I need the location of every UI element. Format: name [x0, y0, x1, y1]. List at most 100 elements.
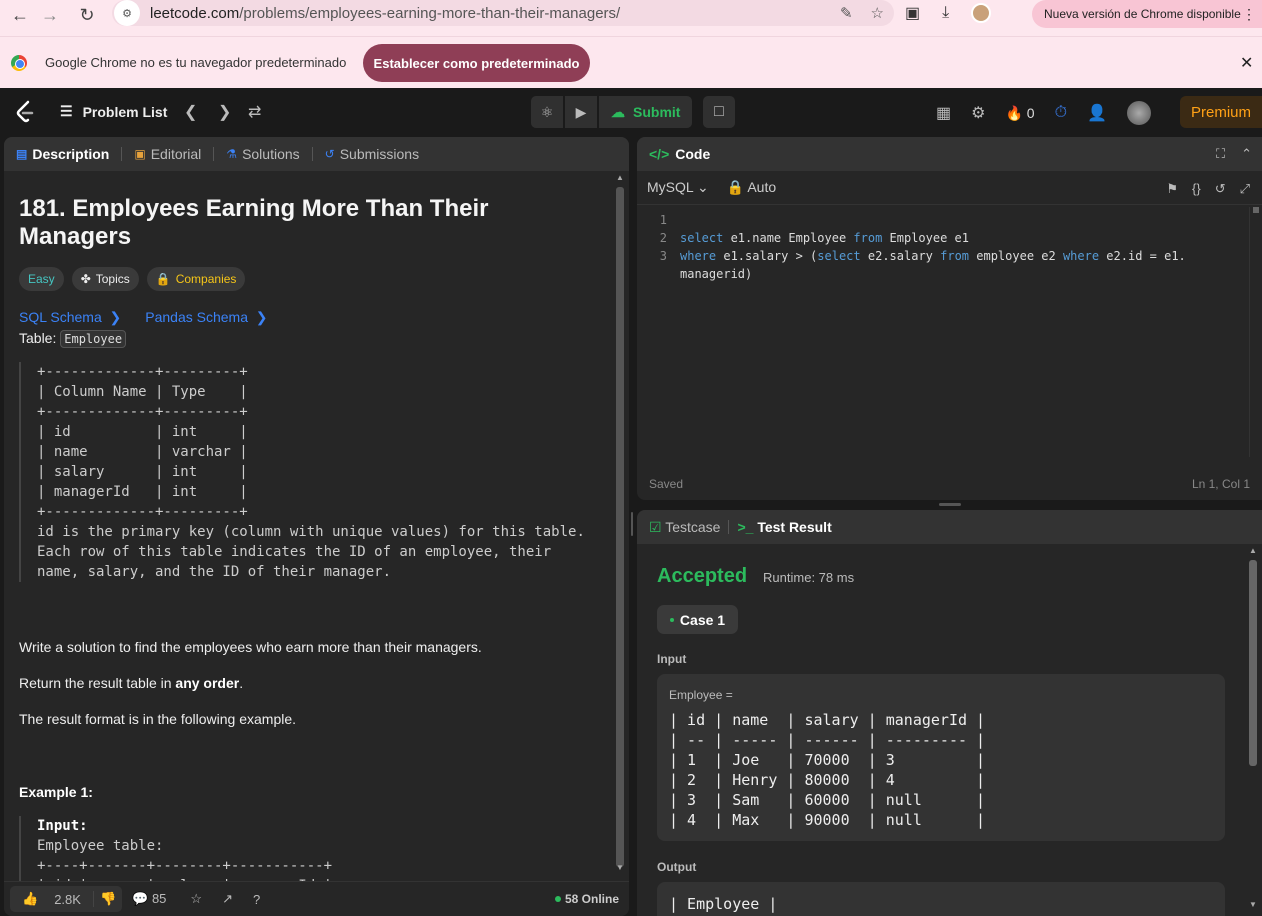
bookmark-icon[interactable]: ⚑	[1166, 181, 1178, 197]
thumbs-down-icon[interactable]: 👎	[92, 891, 122, 907]
result-tabbar: ☑ Testcase >_ Test Result	[637, 510, 1262, 544]
scroll-down-icon[interactable]: ▼	[1249, 900, 1257, 909]
maximize-icon[interactable]: ⛶	[1216, 146, 1225, 162]
like-button[interactable]: 👍 2.8K	[10, 891, 93, 907]
output-box: | Employee |	[657, 882, 1225, 916]
reset-icon[interactable]: ↺	[1215, 181, 1226, 197]
download-icon[interactable]: ⤓	[942, 4, 949, 22]
pandas-schema-link[interactable]: Pandas Schema ❯	[145, 309, 267, 326]
forward-icon[interactable]: →	[35, 0, 65, 30]
case-1-button[interactable]: Case 1	[657, 605, 738, 634]
back-icon[interactable]: ←	[5, 0, 35, 30]
run-icon[interactable]: ▶	[565, 96, 597, 128]
scroll-up-icon[interactable]: ▲	[1249, 546, 1257, 555]
table-name-code: Employee	[60, 330, 127, 348]
scroll-thumb[interactable]	[1253, 207, 1259, 213]
tab-divider	[121, 147, 123, 161]
tab-divider	[213, 147, 215, 161]
code-line[interactable]: 2 select e1.name Employee from Employee e…	[637, 229, 1249, 247]
leetcode-header: ☰ Problem List ❮ ❯ ⇄ ⚛ ▶ ☁ Submit □ ▦ ⚙ …	[0, 89, 1262, 135]
scroll-thumb[interactable]	[616, 187, 624, 867]
tab-divider	[311, 147, 313, 161]
history-icon: ↺	[324, 147, 335, 161]
tab-testcase[interactable]: ☑ Testcase	[649, 519, 720, 536]
collapse-icon[interactable]: ⌃	[1241, 146, 1252, 162]
online-count: 58 Online	[555, 892, 619, 906]
timer-icon[interactable]: ⏱	[1055, 104, 1067, 122]
sql-schema-link[interactable]: SQL Schema ❯	[19, 309, 121, 326]
result-scrollbar[interactable]: ▲ ▼	[1247, 546, 1259, 916]
debug-icon[interactable]: ⚛	[531, 96, 563, 128]
scroll-thumb[interactable]	[1249, 560, 1257, 766]
bookmark-star-icon[interactable]: ☆	[871, 4, 884, 22]
next-problem-icon[interactable]: ❯	[218, 102, 231, 122]
url-text[interactable]: leetcode.com/problems/employees-earning-…	[150, 5, 620, 22]
tab-solutions[interactable]: ⚗ Solutions	[226, 146, 299, 162]
add-friend-icon[interactable]: 👤	[1087, 103, 1107, 123]
horizontal-split-handle[interactable]	[939, 503, 961, 506]
notes-icon[interactable]: □	[703, 96, 735, 128]
code-line[interactable]: managerid)	[637, 265, 1249, 283]
streak-counter[interactable]: 🔥 0	[1005, 105, 1034, 122]
favorite-star-icon[interactable]: ☆	[190, 891, 202, 907]
chrome-update-button[interactable]: Nueva versión de Chrome disponible ⋮	[1032, 0, 1262, 28]
line-number: 2	[659, 231, 667, 245]
share-icon[interactable]: ↗	[222, 891, 233, 907]
shuffle-icon[interactable]: ⇄	[248, 102, 261, 122]
difficulty-badge: Easy	[19, 267, 64, 291]
scroll-up-icon[interactable]: ▲	[616, 173, 624, 182]
tab-submissions[interactable]: ↺ Submissions	[325, 146, 419, 162]
submit-button[interactable]: ☁ Submit	[599, 96, 693, 128]
tab-editorial[interactable]: ▣ Editorial	[134, 146, 201, 162]
tab-test-result[interactable]: >_ Test Result	[737, 519, 831, 535]
prev-problem-icon[interactable]: ❮	[184, 102, 197, 122]
translate-icon[interactable]: ✎	[840, 4, 853, 22]
code-line[interactable]: 3 where e1.salary > (select e2.salary fro…	[637, 247, 1249, 265]
code-line[interactable]: 1	[637, 211, 1249, 229]
tab-code[interactable]: </> Code	[637, 137, 1262, 171]
vertical-split-handle[interactable]	[631, 512, 633, 536]
list-icon: ☰	[60, 103, 73, 119]
code-text: managerid)	[680, 267, 753, 281]
language-select[interactable]: MySQL ⌄	[647, 179, 709, 196]
topics-chip[interactable]: ✤ Topics	[71, 267, 139, 291]
tag-icon: ✤	[80, 272, 91, 286]
auto-mode[interactable]: 🔒 Auto	[727, 179, 776, 196]
problem-list-button[interactable]: ☰ Problem List	[60, 103, 167, 120]
companies-chip[interactable]: 🔒 Companies	[146, 267, 246, 291]
like-dislike-group: 👍 2.8K 👎	[10, 886, 123, 912]
table-label: Table: Employee	[19, 330, 597, 348]
code-text: where e1.salary > (select e2.salary from…	[680, 249, 1186, 263]
comments-button[interactable]: 💬 85	[132, 891, 166, 907]
leetcode-logo-icon[interactable]	[14, 100, 36, 124]
result-panel: ☑ Testcase >_ Test Result Accepted Runti…	[637, 510, 1262, 916]
fullscreen-icon[interactable]: ⤢	[1240, 181, 1250, 197]
tab-description[interactable]: ▤ Description	[16, 146, 109, 162]
output-table: | Employee |	[669, 895, 778, 913]
premium-button[interactable]: Premium	[1180, 96, 1262, 128]
scroll-down-icon[interactable]: ▼	[616, 863, 624, 872]
settings-gear-icon[interactable]: ⚙	[971, 103, 985, 123]
case-status-dot	[669, 617, 674, 622]
address-bar[interactable]: ⚙ leetcode.com/problems/employees-earnin…	[112, 0, 894, 26]
menu-dots-icon[interactable]: ⋮	[1242, 6, 1256, 23]
site-info-icon[interactable]: ⚙	[114, 0, 140, 26]
input-label: Input	[657, 652, 687, 666]
reload-icon[interactable]: ↻	[72, 0, 102, 30]
extensions-icon[interactable]: ▣	[905, 3, 920, 23]
code-editor[interactable]: 1 2 select e1.name Employee from Employee …	[637, 211, 1249, 471]
online-dot	[555, 896, 561, 902]
profile-avatar[interactable]	[971, 3, 992, 23]
layout-icon[interactable]: ▦	[936, 103, 951, 123]
chevron-down-icon: ⌄	[697, 179, 709, 195]
input-box: Employee = | id | name | salary | manage…	[657, 674, 1225, 841]
checkbox-icon: ☑	[649, 518, 662, 535]
format-braces-icon[interactable]: {}	[1192, 181, 1201, 197]
help-icon[interactable]: ?	[253, 892, 260, 907]
editor-scrollbar[interactable]	[1249, 207, 1261, 457]
close-icon[interactable]: ✕	[1240, 53, 1253, 73]
description-scrollbar[interactable]: ▲ ▼	[614, 173, 626, 873]
set-default-button[interactable]: Establecer como predeterminado	[363, 44, 590, 82]
user-avatar[interactable]	[1127, 101, 1151, 125]
